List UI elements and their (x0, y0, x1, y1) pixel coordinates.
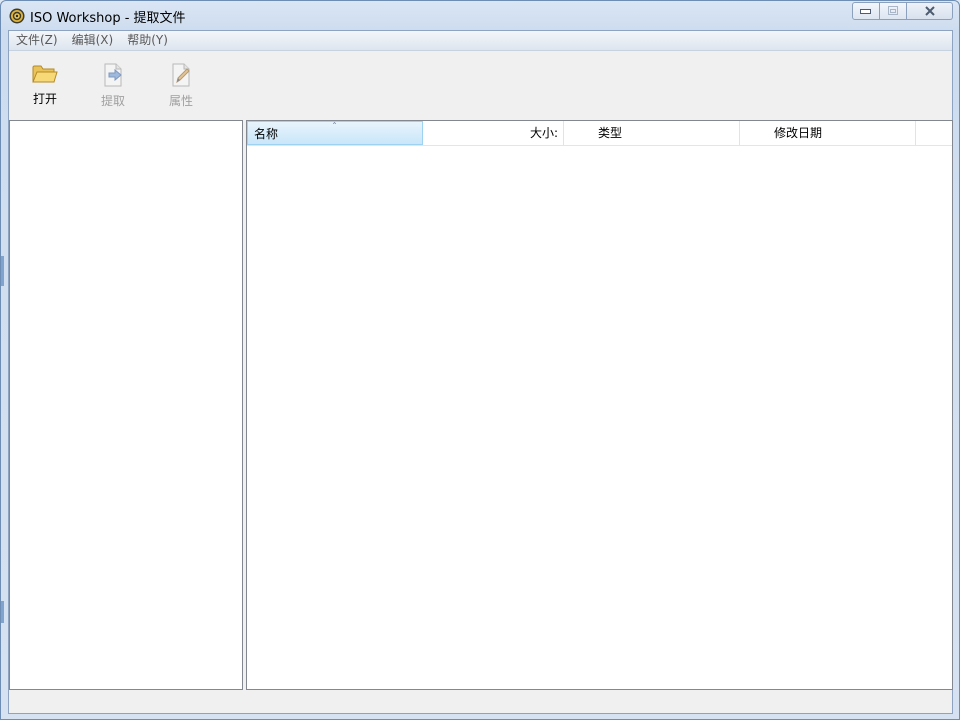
properties-label: 属性 (168, 94, 193, 108)
column-header-name[interactable]: ˆ 名称 (247, 121, 423, 145)
minimize-button[interactable] (852, 2, 880, 20)
iso-workshop-disc-icon (9, 8, 25, 24)
app-window: ISO Workshop - 提取文件 文件(Z) 编辑(X) 帮助(Y) 打开… (0, 0, 960, 720)
window-title: ISO Workshop - 提取文件 (30, 11, 186, 26)
properties-button[interactable]: 属性 (156, 63, 206, 115)
folder-tree-pane[interactable] (9, 120, 243, 690)
list-header: ˆ 名称 大小: 类型 修改日期 (247, 121, 952, 146)
client-area: 文件(Z) 编辑(X) 帮助(Y) 打开 提取 属性 ˆ 名称 大小: 类型 修… (8, 30, 953, 714)
menu-file[interactable]: 文件(Z) (9, 31, 65, 50)
extract-button[interactable]: 提取 (88, 63, 138, 115)
column-header-size[interactable]: 大小: (423, 121, 564, 145)
close-icon (924, 6, 935, 16)
left-edge-highlight (1, 256, 4, 286)
column-label-type: 类型 (598, 126, 623, 140)
column-header-filler (916, 121, 952, 145)
maximize-icon (888, 6, 898, 15)
column-label-size: 大小: (529, 126, 558, 140)
sort-ascending-icon: ˆ (332, 122, 337, 133)
open-button[interactable]: 打开 (20, 63, 70, 115)
left-edge-highlight-lower (1, 601, 4, 623)
extract-label: 提取 (100, 94, 125, 108)
close-button[interactable] (907, 2, 953, 20)
column-header-type[interactable]: 类型 (564, 121, 740, 145)
menu-edit[interactable]: 编辑(X) (65, 31, 121, 50)
open-label: 打开 (32, 92, 57, 106)
file-list-pane[interactable]: ˆ 名称 大小: 类型 修改日期 (246, 120, 953, 690)
toolbar: 打开 提取 属性 (9, 51, 952, 119)
extract-page-icon (104, 63, 122, 87)
menu-help[interactable]: 帮助(Y) (120, 31, 175, 50)
menu-bar: 文件(Z) 编辑(X) 帮助(Y) (9, 31, 952, 51)
caption-buttons (852, 2, 953, 21)
title-bar[interactable]: ISO Workshop - 提取文件 (1, 1, 959, 30)
status-bar (9, 690, 952, 713)
column-label-date: 修改日期 (774, 126, 823, 140)
maximize-button[interactable] (880, 2, 907, 20)
edit-page-icon (172, 63, 190, 87)
column-header-date[interactable]: 修改日期 (740, 121, 916, 145)
minimize-icon (860, 9, 871, 14)
folder-open-icon (32, 65, 58, 83)
column-label-name: 名称 (254, 127, 279, 141)
